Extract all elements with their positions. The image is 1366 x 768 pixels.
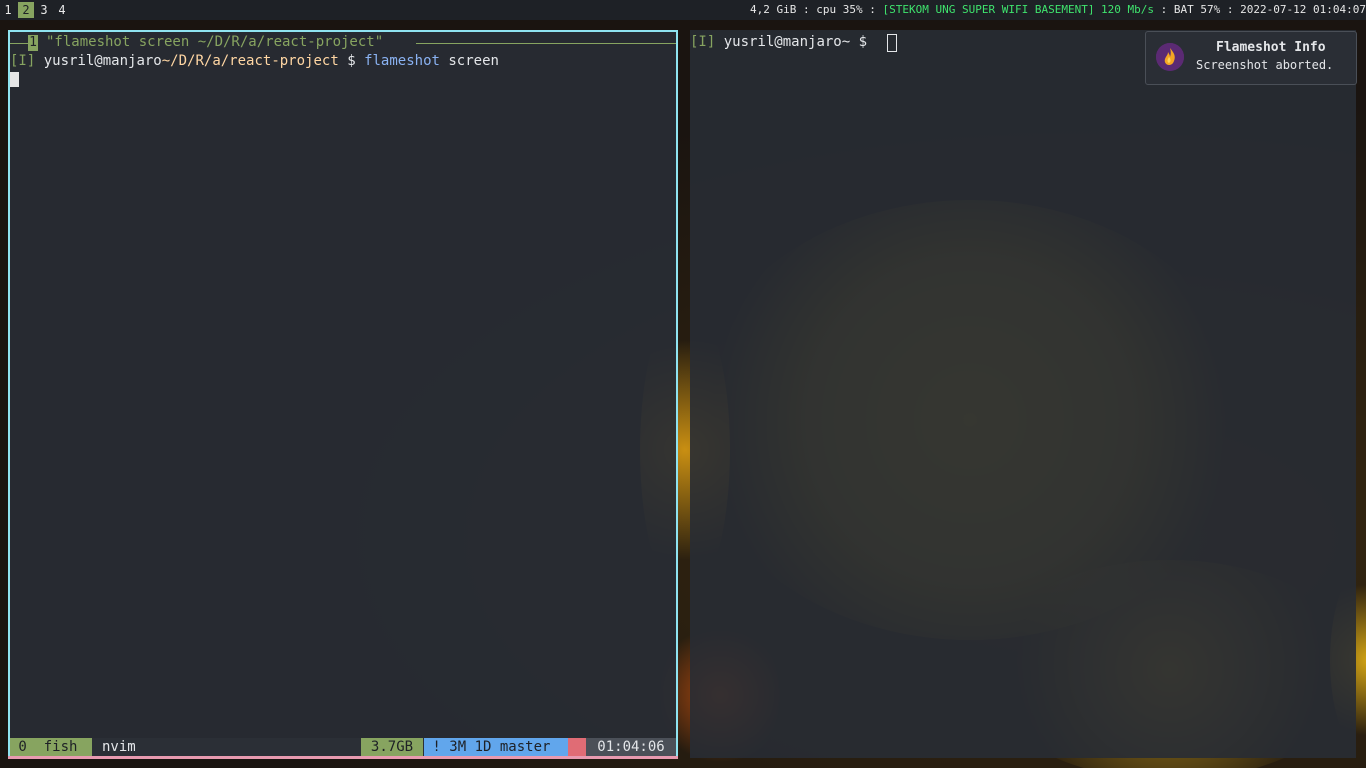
tmux-memory: 3.7GB: [361, 738, 423, 756]
command-name: flameshot: [364, 53, 440, 69]
tmux-window-title: 1 "flameshot screen ~/D/R/a/react-projec…: [10, 34, 676, 51]
flameshot-icon: [1156, 43, 1184, 71]
tmux-clock: 01:04:06: [586, 738, 676, 756]
text-cursor-right: [887, 34, 897, 52]
prompt-cwd: ~/D/R/a/react-project: [161, 53, 339, 69]
top-bar: 1 2 3 4 4,2 GiB : cpu 35% : [STEKOM UNG …: [0, 0, 1366, 20]
tmux-window-tab[interactable]: 0 fish: [10, 738, 92, 756]
tmux-status-bar: 0 fish nvim 3.7GB ! 3M 1D master 01:04:0…: [10, 738, 676, 756]
prompt-symbol: $: [347, 53, 356, 69]
command-argument: screen: [448, 53, 499, 69]
workspace-3[interactable]: 3: [36, 2, 52, 18]
window-number: 1: [28, 35, 38, 51]
prompt-user: yusril@manjaro: [43, 53, 162, 69]
prompt-cwd-right: ~: [841, 34, 851, 50]
vi-mode-indicator: [I]: [10, 53, 36, 69]
workspace-2[interactable]: 2: [18, 2, 34, 18]
prompt-line-right: [I] yusril@manjaro~ $: [690, 34, 867, 50]
text-cursor: [10, 72, 19, 87]
notification-body: Screenshot aborted.: [1196, 58, 1334, 72]
tmux-indicator: [568, 738, 586, 756]
pane-border-bottom: [8, 756, 678, 759]
prompt-symbol-right: $: [858, 34, 868, 50]
notification-popup[interactable]: Flameshot Info Screenshot aborted.: [1145, 31, 1357, 85]
network-status: [STEKOM UNG SUPER WIFI BASEMENT] 120 Mb/…: [882, 3, 1155, 16]
right-terminal-pane[interactable]: [I] yusril@manjaro~ $: [690, 30, 1356, 758]
tmux-git-status: ! 3M 1D master: [424, 738, 568, 756]
window-title: "flameshot screen ~/D/R/a/react-project": [46, 34, 384, 50]
notification-title: Flameshot Info: [1216, 40, 1326, 55]
memory-status: 4,2 GiB: [750, 3, 797, 16]
workspace-1[interactable]: 1: [0, 2, 16, 18]
workspace-4[interactable]: 4: [54, 2, 70, 18]
prompt-user-right: yusril@manjaro: [723, 34, 842, 50]
vi-mode-indicator-right: [I]: [690, 34, 716, 50]
cpu-status: cpu 35%: [816, 3, 863, 16]
tmux-window-nvim[interactable]: nvim: [102, 738, 136, 756]
clock: 2022-07-12 01:04:07: [1240, 3, 1366, 16]
left-terminal-pane[interactable]: 1 "flameshot screen ~/D/R/a/react-projec…: [8, 30, 678, 758]
prompt-line: [I] yusril@manjaro~/D/R/a/react-project …: [10, 53, 499, 69]
status-bar: 4,2 GiB : cpu 35% : [STEKOM UNG SUPER WI…: [750, 3, 1366, 16]
battery-status: BAT 57%: [1173, 3, 1221, 16]
